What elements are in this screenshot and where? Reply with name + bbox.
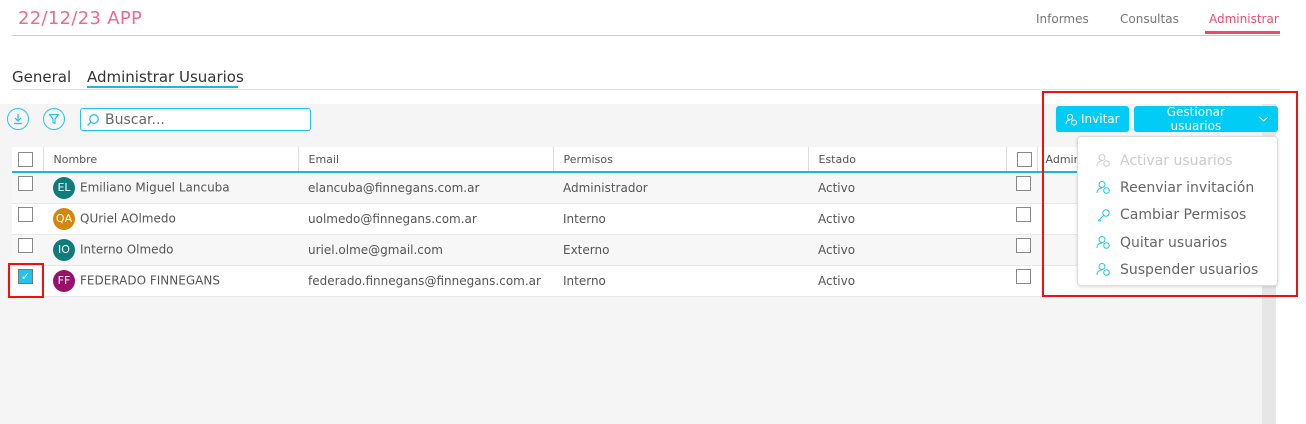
user-estado: Activo [808, 172, 1006, 204]
user-email: uriel.olme@gmail.com [298, 234, 553, 266]
admin-checkbox[interactable] [1016, 268, 1031, 284]
user-email: elancuba@finnegans.com.ar [298, 172, 553, 204]
avatar: FF [53, 269, 75, 292]
col-estado[interactable]: Estado [807, 147, 1006, 173]
row-checkbox[interactable] [18, 206, 33, 222]
app-title: 22/12/23 APP [18, 8, 143, 29]
admin-checkbox[interactable] [1016, 176, 1031, 191]
avatar: EL [53, 176, 75, 199]
user-email: federado.finnegans@finnegans.com.ar [298, 265, 553, 297]
highlight-box [8, 263, 44, 298]
highlight-box [1042, 91, 1298, 297]
tab-administrar-usuarios[interactable]: Administrar Usuarios [87, 68, 244, 86]
avatar: IO [53, 238, 75, 261]
divider [12, 89, 1280, 90]
filter-button[interactable] [43, 108, 65, 130]
user-estado: Activo [808, 203, 1006, 235]
download-icon [14, 114, 22, 125]
tab-active-indicator [87, 86, 238, 88]
nav-administrar[interactable]: Administrar [1209, 12, 1279, 26]
user-email: uolmedo@finnegans.com.ar [298, 203, 553, 235]
admin-checkbox[interactable] [1016, 206, 1031, 222]
user-name: QUriel AOlmedo [80, 211, 176, 225]
divider [12, 35, 1280, 36]
user-permisos: Interno [553, 265, 808, 297]
user-permisos: Interno [553, 203, 808, 235]
filter-icon [48, 113, 60, 125]
nav-informes[interactable]: Informes [1036, 12, 1089, 26]
user-estado: Activo [808, 265, 1006, 297]
user-estado: Activo [808, 234, 1006, 266]
user-name: Interno Olmedo [80, 242, 174, 256]
nav-consultas[interactable]: Consultas [1120, 12, 1179, 26]
user-permisos: Administrador [553, 172, 808, 204]
user-name: Emiliano Miguel Lancuba [80, 180, 230, 195]
col-nombre[interactable]: Nombre [42, 147, 298, 173]
avatar: QA [53, 207, 75, 230]
user-name: FEDERADO FINNEGANS [80, 273, 220, 287]
search-icon [87, 113, 99, 126]
admin-checkbox[interactable] [1016, 237, 1031, 253]
col-email[interactable]: Email [297, 147, 553, 173]
user-permisos: Externo [553, 234, 808, 266]
download-button[interactable] [7, 108, 29, 130]
search-box[interactable] [80, 108, 311, 131]
row-checkbox[interactable] [18, 237, 33, 253]
col-permisos[interactable]: Permisos [552, 147, 808, 173]
nav-active-indicator [1205, 31, 1280, 34]
search-input[interactable] [105, 111, 295, 128]
row-checkbox[interactable] [18, 176, 33, 191]
select-all-checkbox[interactable] [18, 151, 33, 167]
tab-general[interactable]: General [12, 68, 71, 86]
admin-all-checkbox[interactable] [1016, 151, 1032, 167]
